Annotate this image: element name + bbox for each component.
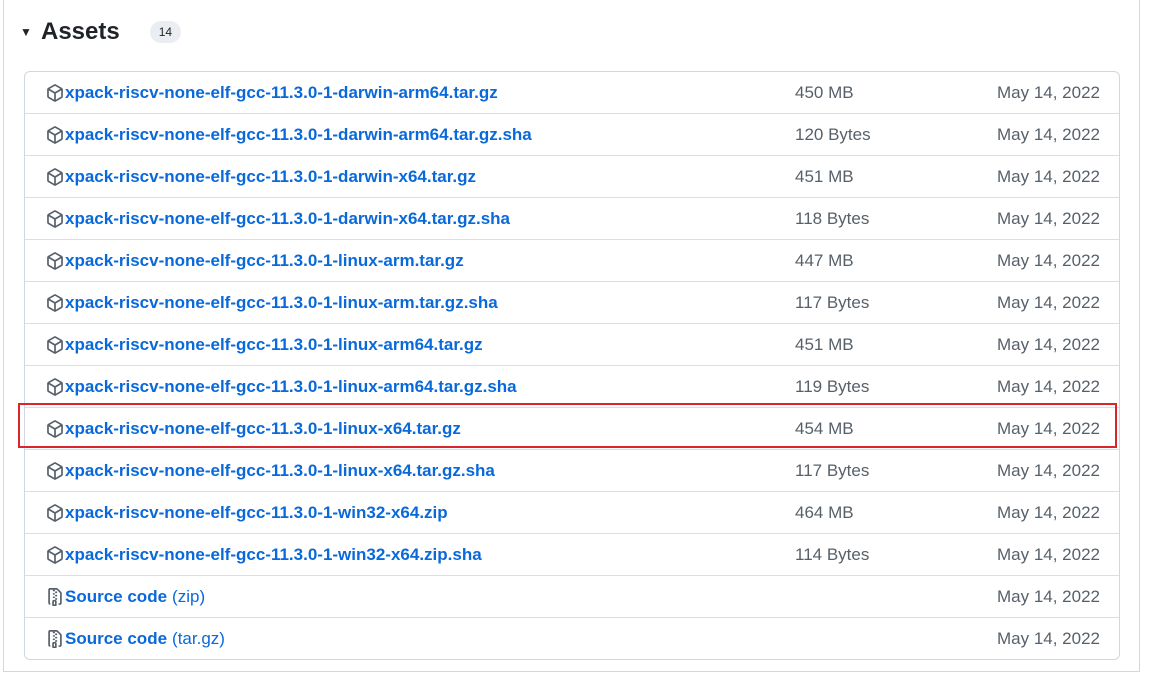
asset-date: May 14, 2022 (996, 208, 1100, 228)
asset-link[interactable]: Source code (65, 629, 167, 649)
asset-link[interactable]: xpack-riscv-none-elf-gcc-11.3.0-1-linux-… (65, 419, 461, 439)
asset-row: xpack-riscv-none-elf-gcc-11.3.0-1-darwin… (25, 72, 1119, 113)
asset-link[interactable]: xpack-riscv-none-elf-gcc-11.3.0-1-darwin… (65, 83, 498, 103)
asset-row: xpack-riscv-none-elf-gcc-11.3.0-1-linux-… (25, 239, 1119, 281)
file-zip-icon (46, 587, 64, 606)
asset-date: May 14, 2022 (996, 292, 1100, 312)
asset-link[interactable]: xpack-riscv-none-elf-gcc-11.3.0-1-linux-… (65, 461, 495, 481)
package-icon (46, 419, 64, 438)
asset-link[interactable]: xpack-riscv-none-elf-gcc-11.3.0-1-linux-… (65, 335, 483, 355)
asset-size: 118 Bytes (795, 208, 870, 228)
asset-row: Source code (tar.gz) May 14, 2022 (25, 617, 1119, 659)
asset-row: xpack-riscv-none-elf-gcc-11.3.0-1-win32-… (25, 533, 1119, 575)
package-icon (46, 545, 64, 564)
asset-date: May 14, 2022 (996, 82, 1100, 102)
package-icon (46, 209, 64, 228)
package-icon (46, 293, 64, 312)
asset-date: May 14, 2022 (996, 376, 1100, 396)
package-icon (46, 335, 64, 354)
asset-row: xpack-riscv-none-elf-gcc-11.3.0-1-win32-… (25, 491, 1119, 533)
package-icon (46, 83, 64, 102)
asset-row: xpack-riscv-none-elf-gcc-11.3.0-1-darwin… (25, 197, 1119, 239)
asset-link[interactable]: xpack-riscv-none-elf-gcc-11.3.0-1-linux-… (65, 251, 464, 271)
asset-row: xpack-riscv-none-elf-gcc-11.3.0-1-linux-… (25, 323, 1119, 365)
asset-size: 119 Bytes (795, 376, 870, 396)
package-icon (46, 377, 64, 396)
asset-size: 451 MB (795, 166, 854, 186)
package-icon (46, 167, 64, 186)
package-icon (46, 125, 64, 144)
asset-link[interactable]: Source code (65, 587, 167, 607)
asset-link[interactable]: xpack-riscv-none-elf-gcc-11.3.0-1-win32-… (65, 545, 482, 565)
asset-link[interactable]: xpack-riscv-none-elf-gcc-11.3.0-1-darwin… (65, 167, 476, 187)
asset-date: May 14, 2022 (996, 544, 1100, 564)
asset-date: May 14, 2022 (996, 124, 1100, 144)
caret-down-icon[interactable]: ▼ (20, 25, 40, 39)
asset-row: xpack-riscv-none-elf-gcc-11.3.0-1-linux-… (25, 449, 1119, 491)
asset-date: May 14, 2022 (996, 250, 1100, 270)
asset-row: xpack-riscv-none-elf-gcc-11.3.0-1-darwin… (25, 155, 1119, 197)
asset-date: May 14, 2022 (996, 460, 1100, 480)
asset-format-suffix[interactable]: (tar.gz) (172, 629, 225, 649)
asset-link[interactable]: xpack-riscv-none-elf-gcc-11.3.0-1-darwin… (65, 125, 532, 145)
asset-size: 450 MB (795, 82, 854, 102)
package-icon (46, 503, 64, 522)
asset-size: 117 Bytes (795, 460, 870, 480)
asset-size: 464 MB (795, 502, 854, 522)
asset-row: xpack-riscv-none-elf-gcc-11.3.0-1-linux-… (25, 407, 1119, 449)
asset-link[interactable]: xpack-riscv-none-elf-gcc-11.3.0-1-darwin… (65, 209, 510, 229)
assets-header[interactable]: ▼ Assets 14 (20, 14, 182, 50)
asset-row: Source code (zip) May 14, 2022 (25, 575, 1119, 617)
package-icon (46, 251, 64, 270)
asset-row: xpack-riscv-none-elf-gcc-11.3.0-1-darwin… (25, 113, 1119, 155)
asset-size: 117 Bytes (795, 292, 870, 312)
assets-count-badge: 14 (149, 21, 182, 43)
asset-link[interactable]: xpack-riscv-none-elf-gcc-11.3.0-1-linux-… (65, 377, 517, 397)
file-zip-icon (46, 629, 64, 648)
package-icon (46, 461, 64, 480)
asset-size: 114 Bytes (795, 544, 870, 564)
asset-date: May 14, 2022 (996, 586, 1100, 606)
asset-date: May 14, 2022 (996, 418, 1100, 438)
asset-row: xpack-riscv-none-elf-gcc-11.3.0-1-linux-… (25, 281, 1119, 323)
assets-title: Assets (41, 18, 120, 45)
assets-list: xpack-riscv-none-elf-gcc-11.3.0-1-darwin… (24, 71, 1120, 660)
asset-date: May 14, 2022 (996, 502, 1100, 522)
asset-size: 454 MB (795, 418, 854, 438)
asset-size: 120 Bytes (795, 124, 871, 144)
asset-link[interactable]: xpack-riscv-none-elf-gcc-11.3.0-1-linux-… (65, 293, 498, 313)
asset-size: 451 MB (795, 334, 854, 354)
asset-link[interactable]: xpack-riscv-none-elf-gcc-11.3.0-1-win32-… (65, 503, 448, 523)
asset-date: May 14, 2022 (996, 334, 1100, 354)
asset-row: xpack-riscv-none-elf-gcc-11.3.0-1-linux-… (25, 365, 1119, 407)
asset-format-suffix[interactable]: (zip) (172, 587, 205, 607)
asset-size: 447 MB (795, 250, 854, 270)
asset-date: May 14, 2022 (996, 628, 1100, 648)
asset-date: May 14, 2022 (996, 166, 1100, 186)
